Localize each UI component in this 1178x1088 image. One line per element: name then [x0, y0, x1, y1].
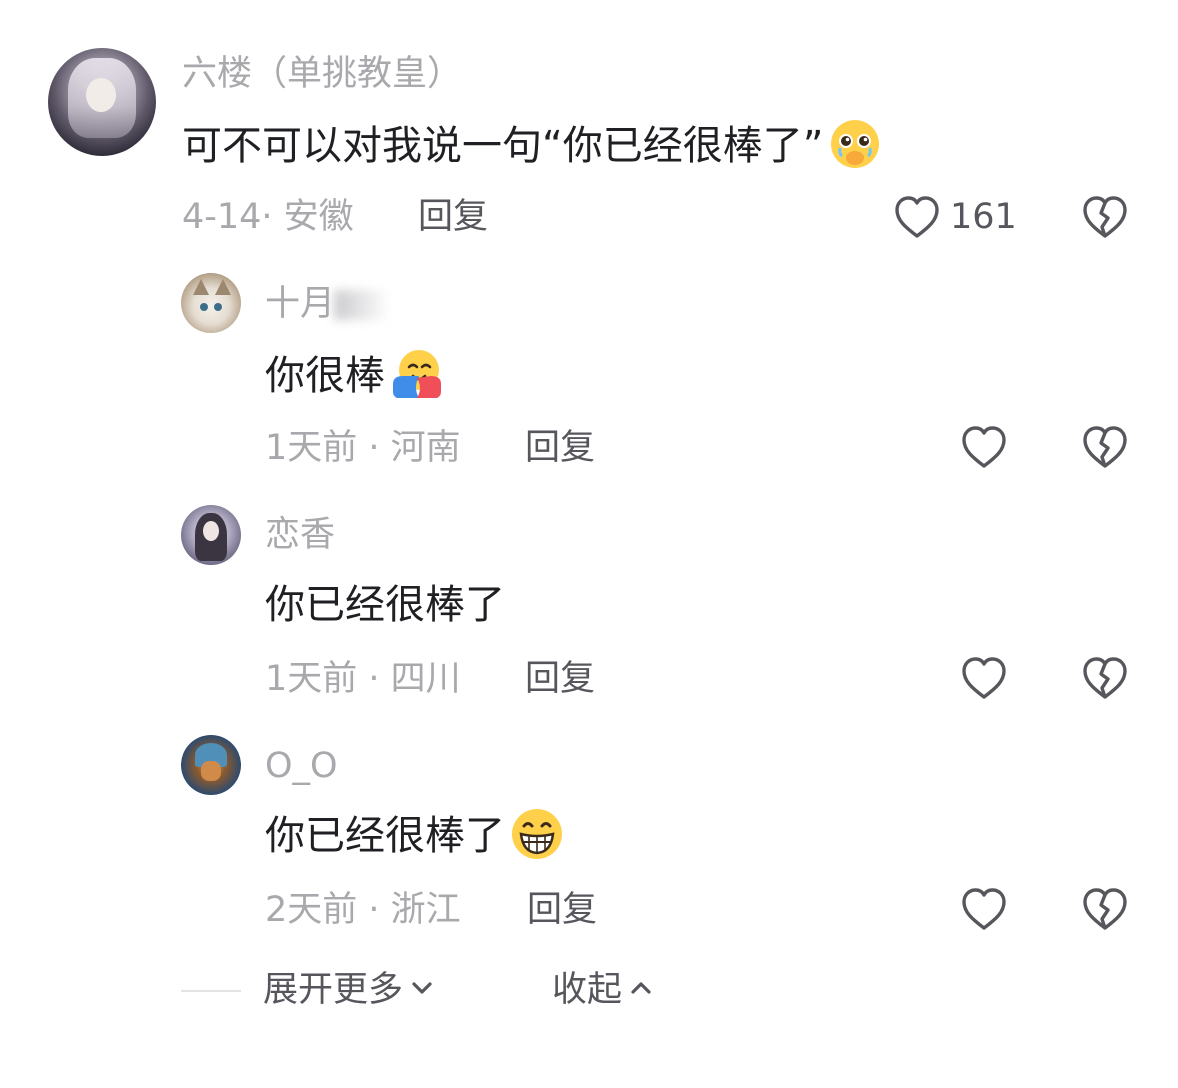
avatar[interactable]	[181, 505, 241, 565]
heart-icon[interactable]	[893, 194, 941, 240]
grinning-face-emoji-icon	[512, 809, 562, 859]
avatar-eye	[214, 303, 222, 311]
comment-text-content: 可不可以对我说一句“你已经很棒了”	[182, 123, 824, 169]
avatar[interactable]	[181, 273, 241, 333]
chevron-down-icon	[412, 982, 432, 994]
reply-meta: 2天前 · 浙江	[265, 890, 461, 930]
reply-button[interactable]: 回复	[527, 890, 597, 930]
reply-meta: 1天前 · 河南	[265, 428, 461, 468]
reply-button[interactable]: 回复	[525, 428, 595, 468]
username[interactable]: 六楼（单挑教皇）	[182, 54, 462, 94]
broken-heart-icon[interactable]	[1081, 424, 1129, 470]
comment-text: 可不可以对我说一句“你已经很棒了”	[182, 120, 883, 176]
avatar-ear	[193, 279, 209, 295]
reply-meta: 1天前 · 四川	[265, 659, 461, 699]
username[interactable]: 恋香	[265, 515, 335, 555]
chevron-up-icon	[631, 982, 651, 994]
username[interactable]: O_O	[265, 746, 338, 786]
collapse-button[interactable]: 收起	[552, 970, 652, 1010]
reply-button[interactable]: 回复	[525, 659, 595, 699]
avatar-eye	[200, 303, 208, 311]
hugging-face-emoji-icon	[393, 350, 441, 398]
avatar[interactable]	[48, 48, 156, 156]
comment-meta: 4-14· 安徽	[182, 197, 354, 237]
avatar-face	[201, 761, 221, 781]
expand-more-label: 展开更多	[263, 970, 404, 1010]
collapse-label: 收起	[552, 970, 623, 1010]
reply-text: 你已经很棒了	[265, 580, 505, 630]
avatar-ear	[215, 279, 231, 295]
reply-text-content: 你已经很棒了	[265, 813, 505, 859]
expand-more-button[interactable]: 展开更多	[263, 970, 433, 1010]
reply-text-content: 你已经很棒了	[265, 582, 505, 628]
avatar[interactable]	[181, 735, 241, 795]
reply-button[interactable]: 回复	[418, 197, 488, 237]
blurred-username-mask	[334, 290, 386, 320]
avatar-face	[86, 78, 116, 112]
heart-icon[interactable]	[960, 655, 1008, 701]
broken-heart-icon[interactable]	[1081, 886, 1129, 932]
pleading-face-emoji-icon	[831, 120, 880, 168]
avatar-face	[203, 521, 219, 541]
username[interactable]: 十月	[265, 284, 335, 324]
heart-icon[interactable]	[960, 424, 1008, 470]
reply-text: 你已经很棒了	[265, 809, 565, 866]
broken-heart-icon[interactable]	[1081, 194, 1129, 240]
broken-heart-icon[interactable]	[1081, 655, 1129, 701]
heart-icon[interactable]	[960, 886, 1008, 932]
divider	[181, 990, 241, 992]
reply-text-content: 你很棒	[265, 353, 385, 399]
reply-text: 你很棒	[265, 350, 445, 406]
like-count: 161	[950, 197, 1017, 237]
